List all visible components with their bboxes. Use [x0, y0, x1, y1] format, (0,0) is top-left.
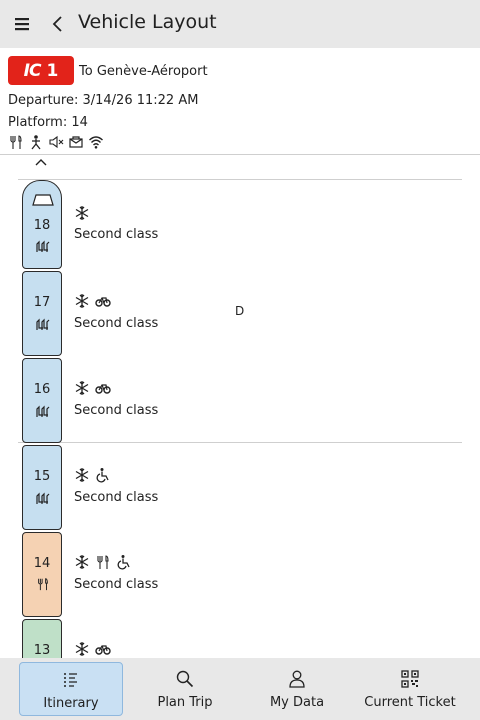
- air-conditioning-icon: [75, 294, 89, 308]
- sector-label: D: [235, 304, 245, 318]
- tab-label: Itinerary: [43, 696, 99, 711]
- car-17[interactable]: 17: [22, 271, 62, 356]
- car-18-amenities: [74, 205, 90, 221]
- tab-label: My Data: [269, 695, 325, 710]
- car-class: Second class: [74, 227, 159, 242]
- restaurant-icon: [97, 555, 109, 569]
- passenger-seats-icon: [36, 492, 50, 504]
- tab-my-data[interactable]: My Data: [245, 662, 349, 716]
- bicycle-icon: [95, 297, 111, 307]
- car-class: Second class: [74, 577, 159, 592]
- departure-time: Departure: 3/14/26 11:22 AM: [8, 93, 199, 108]
- car-class: Second class: [74, 490, 159, 505]
- air-conditioning-icon: [75, 381, 89, 395]
- search-icon: [176, 670, 194, 688]
- restaurant-icon: [10, 135, 22, 149]
- top-app-bar: Vehicle Layout: [0, 0, 480, 48]
- passenger-seats-icon: [36, 240, 50, 252]
- passenger-seats-icon: [36, 318, 50, 330]
- page-title: Vehicle Layout: [78, 11, 217, 33]
- car-16[interactable]: 16: [22, 358, 62, 443]
- car-14-amenities: [74, 554, 132, 570]
- tab-label: Current Ticket: [364, 695, 456, 710]
- tab-plan-trip[interactable]: Plan Trip: [133, 662, 237, 716]
- air-conditioning-icon: [75, 642, 89, 656]
- car-number: 17: [33, 295, 51, 310]
- train-info: IC 1 To Genève-Aéroport Departure: 3/14/…: [0, 48, 480, 154]
- locomotive-window-icon: [32, 194, 54, 206]
- car-number: 18: [33, 218, 51, 233]
- car-15-amenities: [74, 467, 111, 483]
- platform: Platform: 14: [8, 115, 88, 130]
- restaurant-icon: [38, 578, 48, 591]
- quiet-zone-icon: [49, 135, 64, 149]
- car-number: 16: [33, 382, 51, 397]
- destination: To Genève-Aéroport: [79, 64, 208, 79]
- air-conditioning-icon: [75, 468, 89, 482]
- line-logo: IC 1: [8, 56, 74, 85]
- qr-code-icon: [401, 670, 419, 688]
- tab-current-ticket[interactable]: Current Ticket: [358, 662, 462, 716]
- car-number: 14: [33, 556, 51, 571]
- tab-label: Plan Trip: [157, 695, 213, 710]
- line-brand: IC: [23, 60, 42, 81]
- air-conditioning-icon: [75, 206, 89, 220]
- car-14[interactable]: 14: [22, 532, 62, 617]
- chevron-left-icon[interactable]: [48, 12, 68, 36]
- car-number: 15: [33, 469, 51, 484]
- bottom-navigation: Itinerary Plan Trip My Data Current Tick…: [0, 658, 480, 720]
- car-class: Second class: [74, 403, 159, 418]
- amenities-row: [8, 134, 104, 150]
- car-18[interactable]: 18: [22, 180, 62, 269]
- car-number: 13: [33, 643, 51, 658]
- user-icon: [289, 670, 305, 688]
- sector-divider: [18, 179, 462, 180]
- car-class: Second class: [74, 316, 159, 331]
- divider: [0, 154, 480, 155]
- car-17-amenities: [74, 293, 111, 309]
- tab-itinerary[interactable]: Itinerary: [19, 662, 123, 716]
- air-conditioning-icon: [75, 555, 89, 569]
- hamburger-menu-icon[interactable]: [12, 14, 32, 34]
- car-13-amenities: [74, 641, 111, 657]
- car-16-amenities: [74, 380, 111, 396]
- bicycle-icon: [95, 645, 111, 655]
- bicycle-icon: [95, 384, 111, 394]
- family-zone-icon: [31, 135, 41, 150]
- car-15[interactable]: 15: [22, 445, 62, 530]
- wheelchair-icon: [96, 468, 109, 483]
- business-zone-icon: [69, 136, 83, 148]
- chevron-up-icon[interactable]: [34, 156, 48, 168]
- passenger-seats-icon: [36, 405, 50, 417]
- wifi-icon: [89, 136, 103, 149]
- line-number: 1: [46, 60, 59, 81]
- itinerary-list-icon: [64, 673, 77, 687]
- sector-divider: [18, 442, 462, 443]
- wheelchair-icon: [117, 555, 130, 570]
